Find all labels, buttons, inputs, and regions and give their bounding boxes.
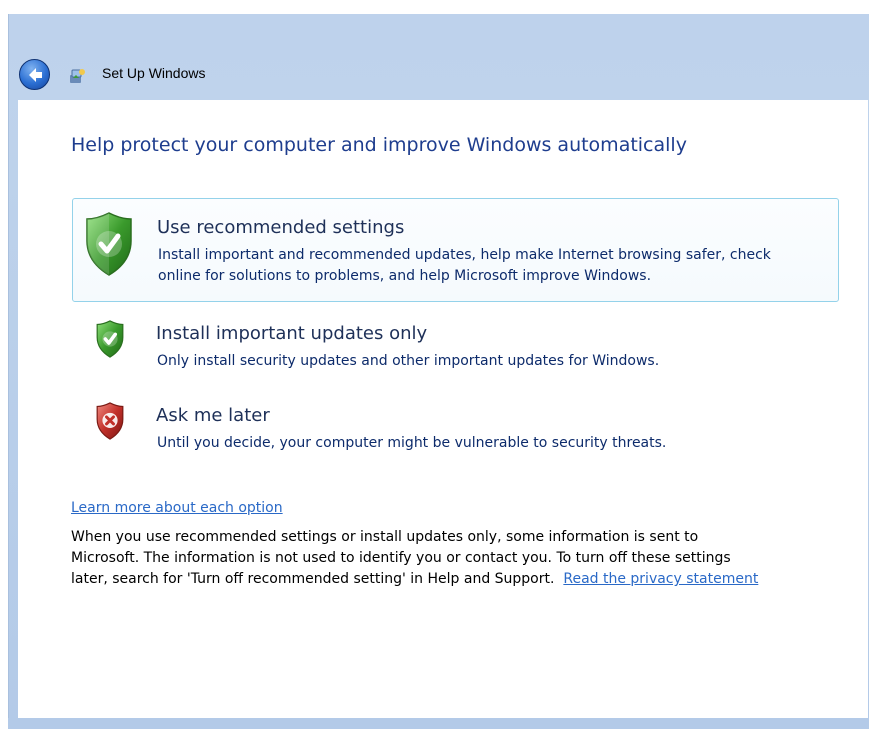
- back-arrow-icon: [28, 67, 42, 82]
- learn-more-link[interactable]: Learn more about each option: [71, 500, 283, 516]
- option-description-line: Only install security updates and other …: [157, 353, 660, 369]
- content-panel: Help protect your computer and improve W…: [18, 100, 868, 718]
- page-heading: Help protect your computer and improve W…: [71, 134, 687, 156]
- shield-check-icon: [96, 320, 124, 358]
- option-description-line: online for solutions to problems, and he…: [158, 268, 652, 284]
- info-line: later, search for 'Turn off recommended …: [71, 571, 555, 587]
- option-title: Ask me later: [156, 405, 270, 426]
- shield-check-icon: [86, 212, 132, 276]
- option-description-line: Until you decide, your computer might be…: [157, 435, 667, 451]
- option-important-updates-only[interactable]: Install important updates only Only inst…: [72, 312, 839, 372]
- info-line: When you use recommended settings or ins…: [71, 529, 699, 545]
- option-description-line: Install important and recommended update…: [158, 247, 771, 263]
- info-line-with-link: later, search for 'Turn off recommended …: [71, 569, 831, 590]
- back-button[interactable]: [19, 59, 50, 90]
- option-ask-me-later[interactable]: Ask me later Until you decide, your comp…: [72, 394, 839, 454]
- setup-window: Set Up Windows Help protect your compute…: [8, 14, 869, 729]
- shield-x-icon: [96, 402, 124, 440]
- option-title: Use recommended settings: [157, 217, 405, 238]
- setup-app-icon: [70, 69, 85, 83]
- option-recommended-settings[interactable]: Use recommended settings Install importa…: [72, 198, 839, 302]
- title-bar: Set Up Windows: [9, 14, 869, 100]
- desktop-top-strip: [0, 0, 869, 14]
- window-bottom-frame: [8, 718, 869, 729]
- option-title: Install important updates only: [156, 323, 428, 344]
- privacy-statement-link[interactable]: Read the privacy statement: [563, 571, 758, 587]
- window-title: Set Up Windows: [102, 65, 206, 81]
- privacy-info-text: When you use recommended settings or ins…: [71, 527, 831, 590]
- info-line: Microsoft. The information is not used t…: [71, 550, 731, 566]
